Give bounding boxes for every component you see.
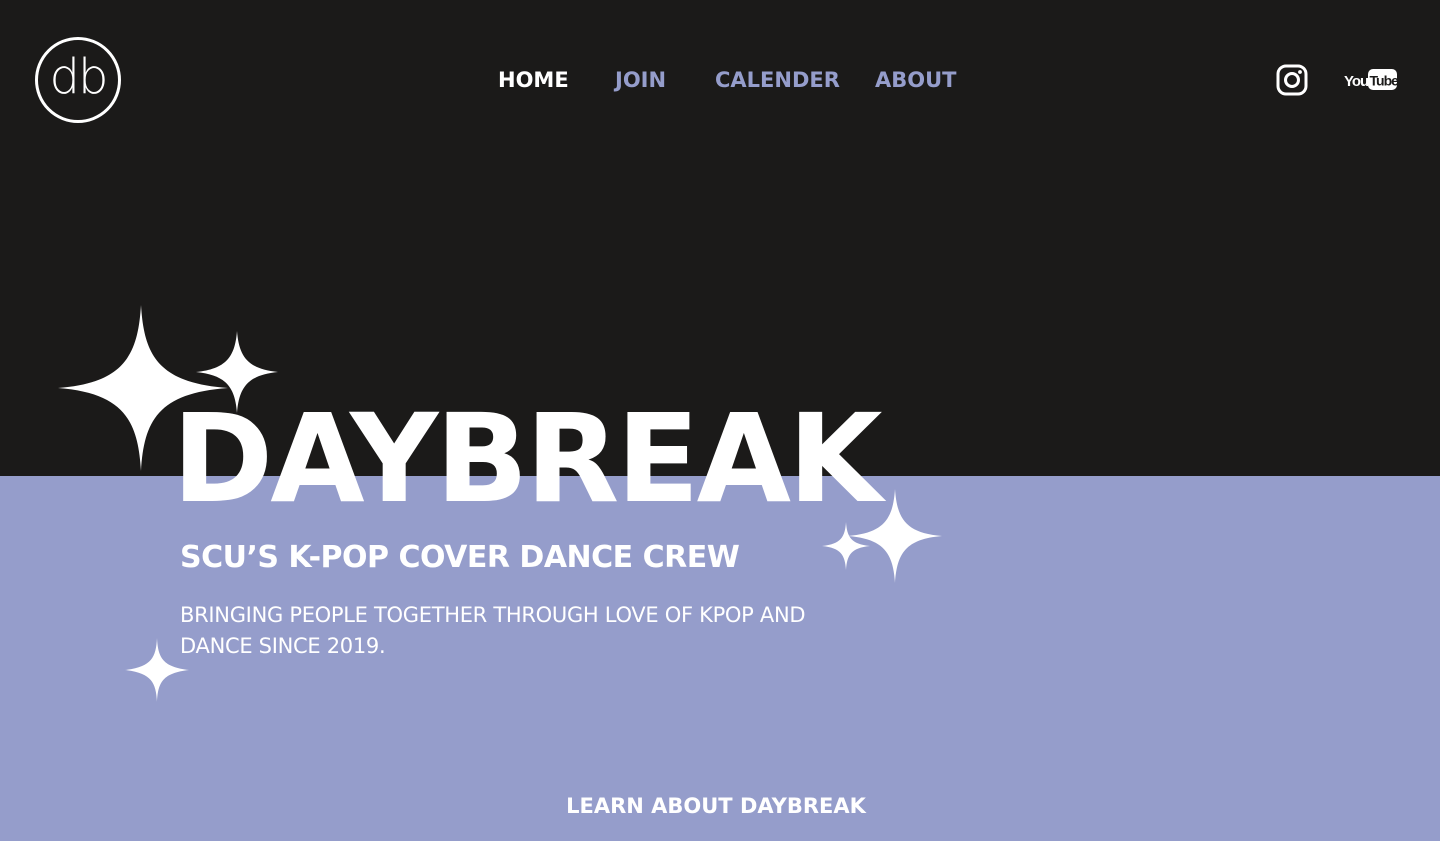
nav-calender[interactable]: CALENDER [715, 68, 840, 92]
hero-tagline: BRINGING PEOPLE TOGETHER THROUGH LOVE OF… [180, 603, 806, 658]
main-nav: HOME JOIN CALENDER ABOUT [0, 68, 1440, 96]
nav-home[interactable]: HOME [498, 68, 569, 92]
youtube-icon[interactable]: You Tube [1344, 67, 1398, 93]
learn-about-link-container: LEARN ABOUT DAYBREAK [0, 794, 1432, 818]
youtube-you-text: You [1344, 73, 1369, 90]
nav-join[interactable]: JOIN [615, 68, 666, 92]
hero-subtitle: SCU’S K-POP COVER DANCE CREW [180, 540, 740, 575]
home-page: db HOME JOIN CALENDER ABOUT You Tube DAY… [0, 0, 1440, 841]
youtube-tube-text: Tube [1370, 73, 1399, 89]
instagram-icon[interactable] [1276, 64, 1308, 96]
hero-title: DAYBREAK [172, 388, 883, 530]
nav-about[interactable]: ABOUT [875, 68, 957, 92]
learn-about-daybreak-link[interactable]: LEARN ABOUT DAYBREAK [566, 794, 866, 818]
